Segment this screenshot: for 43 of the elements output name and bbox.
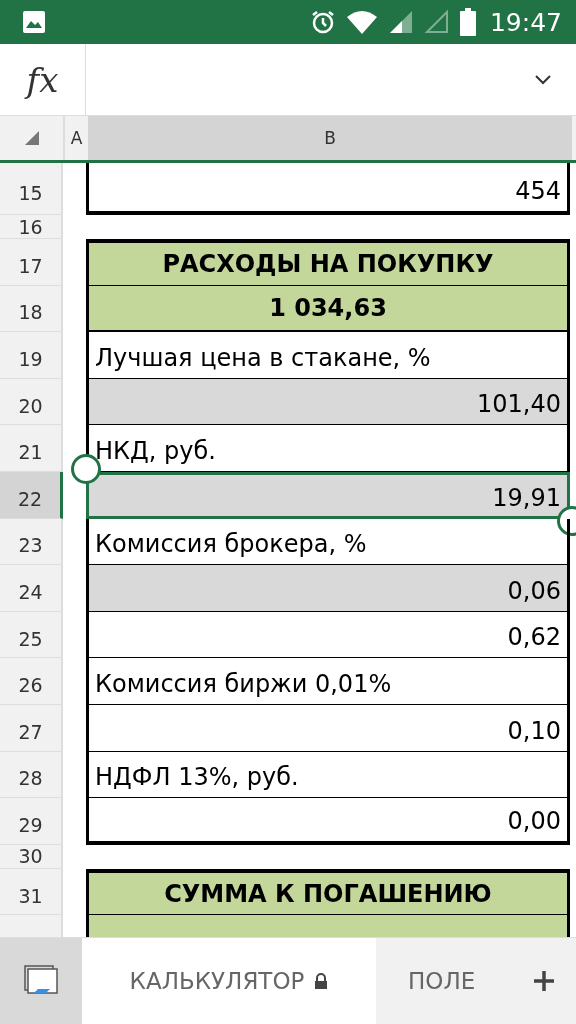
image-icon xyxy=(22,10,46,34)
sheet-tab[interactable]: КАЛЬКУЛЯТОР xyxy=(82,938,376,1024)
plus-icon[interactable] xyxy=(532,969,556,993)
wifi-icon xyxy=(345,9,378,35)
chevron-down-icon[interactable] xyxy=(534,73,552,86)
battery-icon xyxy=(459,8,476,36)
table-cell: 0,62 xyxy=(86,611,570,659)
select-all-icon[interactable] xyxy=(24,131,39,145)
table-cell: 0,10 xyxy=(86,704,570,752)
row-header[interactable]: 29 xyxy=(0,798,63,845)
table-cell: СУММА К ПОГАШЕНИЮ xyxy=(86,868,570,916)
clock: 19:47 xyxy=(489,7,562,37)
row-header[interactable]: 16 xyxy=(0,215,63,239)
row-header[interactable]: 18 xyxy=(0,285,63,333)
row-header[interactable]: 30 xyxy=(0,844,63,869)
table-cell: 0,00 xyxy=(86,798,570,845)
row-header[interactable]: 15 xyxy=(0,163,63,215)
table-cell: НДФЛ 13%, руб. xyxy=(86,751,570,799)
row-header[interactable]: 19 xyxy=(0,332,63,379)
row-header[interactable]: 23 xyxy=(0,518,63,566)
table-cell: 0,06 xyxy=(86,565,570,612)
row-header[interactable]: 22 xyxy=(0,471,63,519)
row-header[interactable]: 25 xyxy=(0,611,63,659)
sheets-icon[interactable] xyxy=(24,965,58,997)
row-header[interactable]: 20 xyxy=(0,378,63,426)
row-header[interactable]: 21 xyxy=(0,425,63,472)
lock-icon xyxy=(314,973,329,989)
column-header[interactable]: B xyxy=(88,116,572,160)
table-cell: Комиссия биржи 0,01% xyxy=(86,658,570,705)
table-cell: РАСХОДЫ НА ПОКУПКУ xyxy=(86,239,570,286)
table-cell: 1 034,63 xyxy=(86,285,570,333)
row-header[interactable]: 24 xyxy=(0,565,63,612)
row-header[interactable]: 17 xyxy=(0,239,63,286)
row-header[interactable]: 26 xyxy=(0,658,63,705)
row-header[interactable]: 31 xyxy=(0,868,63,916)
column-header[interactable]: A xyxy=(65,116,88,160)
signal-icon xyxy=(423,9,450,35)
function-button[interactable]: fx xyxy=(0,44,86,115)
table-cell: 454 xyxy=(86,163,570,215)
table-cell: 101,40 xyxy=(86,378,570,426)
row-header[interactable]: 27 xyxy=(0,704,63,752)
row-header[interactable]: 28 xyxy=(0,751,63,799)
sheets-button[interactable] xyxy=(0,938,82,1024)
